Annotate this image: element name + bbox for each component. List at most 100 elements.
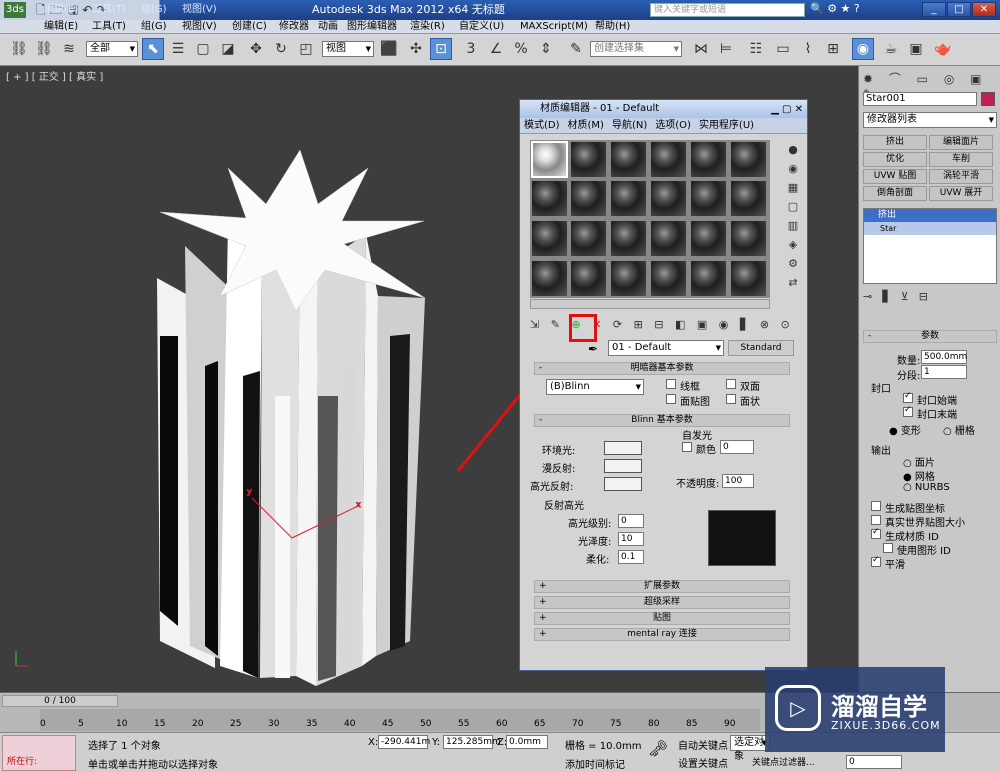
minimize-button[interactable]: _ xyxy=(922,2,946,17)
object-name-field[interactable]: Star001 xyxy=(863,92,977,106)
extrude-button[interactable]: 挤出 xyxy=(863,135,927,150)
ref-coord-dropdown[interactable]: 视图 xyxy=(322,41,374,57)
sample-slot[interactable] xyxy=(610,180,647,217)
params-rollout-header[interactable]: - 参数 xyxy=(863,330,997,343)
menu-edit[interactable]: 编辑(E) xyxy=(44,0,78,20)
rollout-maps[interactable]: + 贴图 xyxy=(534,612,790,625)
percent-snap-icon[interactable]: % xyxy=(510,38,532,60)
material-editor-icon[interactable]: ◉ xyxy=(852,38,874,60)
sample-slot[interactable] xyxy=(570,220,607,257)
menu-customize[interactable]: 自定义(U) xyxy=(459,20,504,34)
specular-swatch[interactable] xyxy=(604,477,642,491)
menu-rendering[interactable]: 渲染(R) xyxy=(410,20,445,34)
rollout-supersampling[interactable]: + 超级采样 xyxy=(534,596,790,609)
material-editor-window-controls[interactable]: ▁ ▢ ✕ xyxy=(771,101,803,119)
nurbs-radio[interactable]: ○ NURBS xyxy=(903,482,950,493)
cap-start-checkbox[interactable] xyxy=(903,391,913,403)
faceted-checkbox[interactable] xyxy=(726,394,736,404)
rollout-extended[interactable]: + 扩展参数 xyxy=(534,580,790,593)
link-icon[interactable]: ⛓ xyxy=(8,38,30,60)
uvw-map-button[interactable]: UVW 贴图 xyxy=(863,169,927,184)
gen-mat-id-checkbox[interactable] xyxy=(871,527,881,539)
material-type-button[interactable]: Standard xyxy=(728,340,794,356)
menu-group[interactable]: 组(G) xyxy=(141,0,167,20)
key-icon[interactable]: 🗝 xyxy=(648,739,668,758)
stack-item-extrude[interactable]: 挤出 xyxy=(864,209,996,222)
segments-value[interactable]: 1 xyxy=(921,365,967,379)
sample-slot[interactable] xyxy=(690,260,727,297)
stack-tool-icons[interactable]: ⊸▋⊻⊟ xyxy=(863,290,997,306)
sample-slot[interactable] xyxy=(610,220,647,257)
z-coord[interactable]: 0.0mm xyxy=(506,735,548,749)
mesh-radio[interactable]: ● 网格 xyxy=(903,468,935,483)
sample-slot[interactable] xyxy=(730,180,767,217)
menu-create[interactable]: 创建(C) xyxy=(232,20,267,34)
real-world-checkbox[interactable] xyxy=(871,515,881,525)
select-by-name-icon[interactable]: ☰ xyxy=(167,38,189,60)
mat-menu-options[interactable]: 选项(O) xyxy=(651,118,695,134)
bevel-profile-button[interactable]: 倒角剖面 xyxy=(863,186,927,201)
maxscript-listener[interactable]: 所在行: xyxy=(2,735,76,771)
menu-tools-2[interactable]: 工具(T) xyxy=(92,20,126,34)
diffuse-swatch[interactable] xyxy=(604,459,642,473)
app-logo-icon[interactable]: 3ds xyxy=(4,2,26,18)
x-coord[interactable]: -290.441m xyxy=(378,735,430,749)
quick-access-toolbar[interactable]: 3ds 🗋 🗁 🖫 ↶ ↷ xyxy=(0,0,160,20)
cap-end-checkbox[interactable] xyxy=(903,405,913,417)
stack-item-star[interactable]: Star xyxy=(864,222,996,235)
track-bar[interactable]: 0 5 10 15 20 25 30 35 40 45 50 55 60 65 … xyxy=(40,709,760,731)
sample-slot[interactable] xyxy=(650,141,687,178)
menu-group-2[interactable]: 组(G) xyxy=(141,20,167,34)
add-time-tag[interactable]: 添加时间标记 xyxy=(565,756,625,771)
sample-slot[interactable] xyxy=(570,141,607,178)
self-illum-color-checkbox[interactable] xyxy=(682,442,692,452)
material-name-field[interactable]: 01 - Default xyxy=(608,340,724,356)
shader-dropdown[interactable]: (B)Blinn xyxy=(546,379,644,395)
sample-slot[interactable] xyxy=(690,141,727,178)
sample-slot[interactable] xyxy=(610,141,647,178)
scale-icon[interactable]: ◰ xyxy=(295,38,317,60)
edit-named-sel-icon[interactable]: ✎ xyxy=(565,38,587,60)
bind-space-warp-icon[interactable]: ≋ xyxy=(58,38,80,60)
facemap-checkbox[interactable] xyxy=(666,394,676,404)
smooth-checkbox[interactable] xyxy=(871,555,881,567)
menu-animation[interactable]: 动画 xyxy=(318,20,338,34)
mat-menu-utilities[interactable]: 实用程序(U) xyxy=(695,118,758,134)
key-filters-button[interactable]: 关键点过滤器... xyxy=(752,755,815,768)
spec-level-value[interactable]: 0 xyxy=(618,514,644,528)
wire-checkbox[interactable] xyxy=(666,379,676,389)
command-panel-tabs[interactable]: ✹ ⌒ ▭ ◎ ▣ ✎ xyxy=(863,70,997,101)
keyboard-shortcut-icon[interactable]: ⊡ xyxy=(430,38,452,60)
slot-scrollbar[interactable] xyxy=(530,299,770,309)
material-editor-titlebar[interactable]: 材质编辑器 - 01 - Default ▁ ▢ ✕ xyxy=(520,100,807,118)
layer-manager-icon[interactable]: ☷ xyxy=(745,38,767,60)
viewport-label[interactable]: [ + ] [ 正交 ] [ 真实 ] xyxy=(6,68,103,83)
snap-3d-icon[interactable]: 3 xyxy=(460,38,482,60)
side-tool-icons[interactable]: ● ◉ ▦ ▢ ▥ ◈ ⚙ ⇄ xyxy=(784,140,802,308)
search-tools-icons[interactable]: 🔍 ⚙ ★ ? xyxy=(810,2,860,15)
sample-slot[interactable] xyxy=(730,260,767,297)
menu-modifiers[interactable]: 修改器 xyxy=(279,20,309,34)
sample-slot[interactable] xyxy=(690,180,727,217)
turbosmooth-button[interactable]: 涡轮平滑 xyxy=(929,169,993,184)
sample-slot[interactable] xyxy=(650,260,687,297)
ambient-swatch[interactable] xyxy=(604,441,642,455)
self-illum-value[interactable]: 0 xyxy=(720,440,754,454)
sample-slot[interactable] xyxy=(610,260,647,297)
sample-slot[interactable] xyxy=(690,220,727,257)
rotate-icon[interactable]: ↻ xyxy=(270,38,292,60)
sample-slot[interactable] xyxy=(730,220,767,257)
sample-slot[interactable] xyxy=(531,141,568,178)
modifier-list-dropdown[interactable]: 修改器列表 xyxy=(863,112,997,128)
menu-maxscript[interactable]: MAXScript(M) xyxy=(520,20,588,34)
gloss-value[interactable]: 10 xyxy=(618,532,644,546)
shader-rollout-header[interactable]: - 明暗器基本参数 xyxy=(534,362,790,375)
object-color-swatch[interactable] xyxy=(981,92,995,106)
sample-slot[interactable] xyxy=(730,141,767,178)
schematic-view-icon[interactable]: ⊞ xyxy=(822,38,844,60)
rollout-mental-ray[interactable]: + mental ray 连接 xyxy=(534,628,790,641)
menu-views[interactable]: 视图(V) xyxy=(182,0,217,20)
named-selection-dropdown[interactable]: 创建选择集 xyxy=(590,41,682,57)
amount-value[interactable]: 500.0mm xyxy=(921,350,967,364)
eyedropper-icon[interactable]: ✒ xyxy=(588,342,598,356)
